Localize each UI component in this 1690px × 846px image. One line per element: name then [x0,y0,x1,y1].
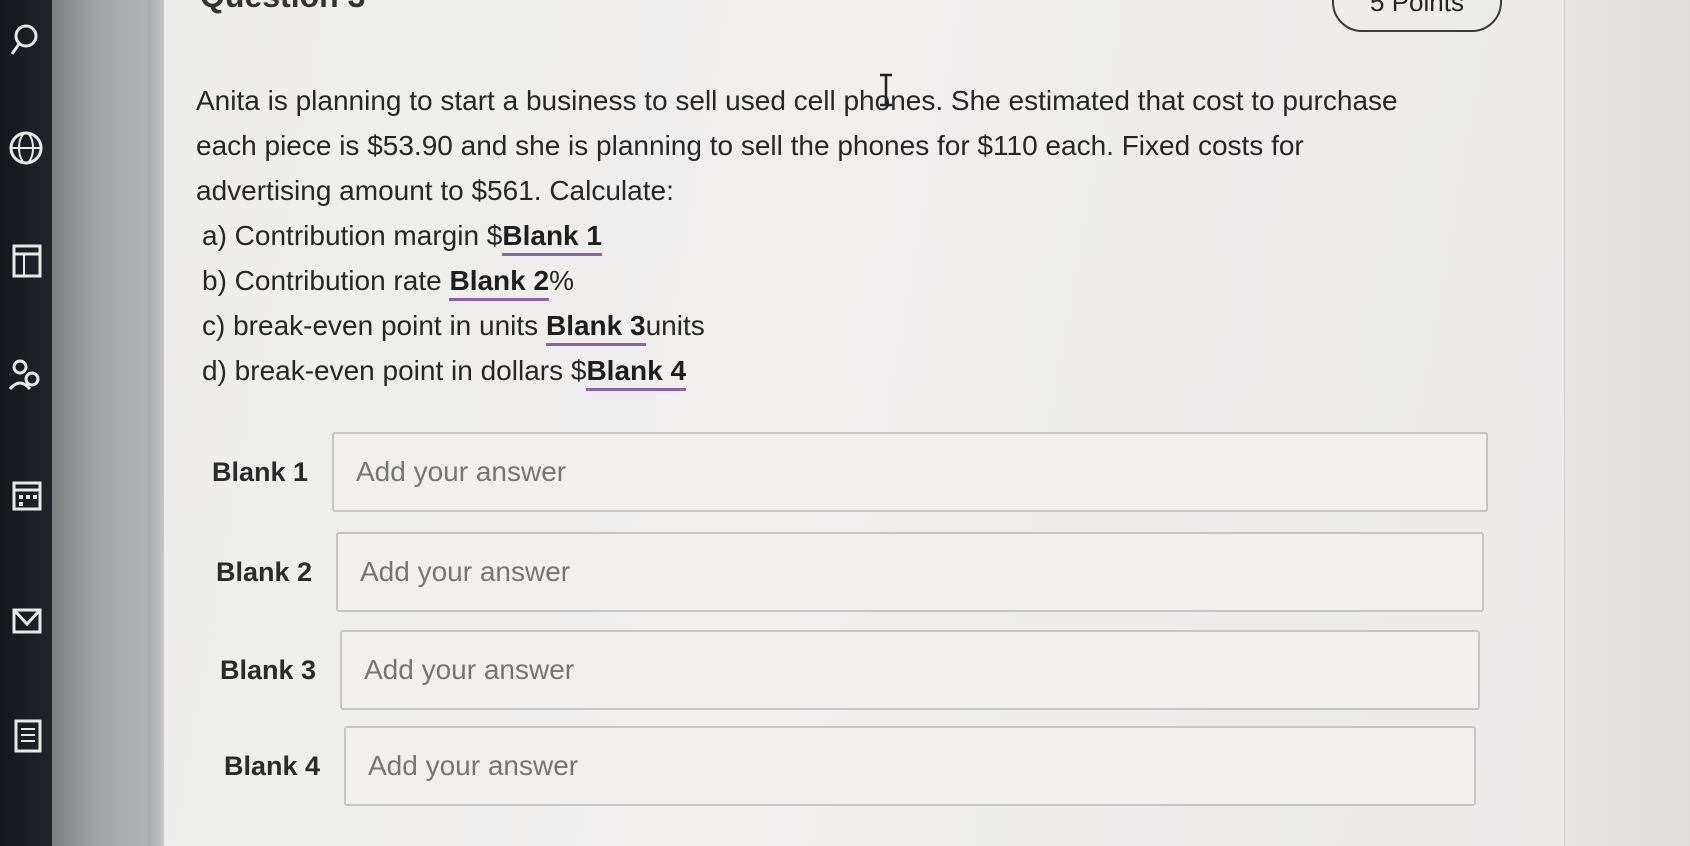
question-body: Anita is planning to start a business to… [196,78,1496,393]
answer-label: Blank 3 [220,654,317,685]
answer-input-4[interactable] [344,726,1476,806]
points-label: 5 Points [1370,0,1464,17]
answer-row-1: Blank 1 [212,432,1488,512]
question-line: each piece is $53.90 and she is planning… [196,130,1304,161]
answer-label: Blank 2 [216,556,313,587]
points-badge: 5 Points [1332,0,1502,32]
mail-icon[interactable] [6,600,46,640]
answer-row-2: Blank 2 [216,532,1484,612]
answer-input-3[interactable] [340,630,1480,710]
people-icon[interactable] [6,355,46,395]
subquestion-c: c) break-even point in units Blank 3unit… [196,303,1496,348]
question-line: advertising amount to $561. Calculate: [196,175,674,206]
question-line: Anita is planning to start a business to… [196,85,1398,116]
subquestion-d: d) break-even point in dollars $Blank 4 [196,348,1496,393]
calendar-icon[interactable] [6,475,46,515]
subquestion-b: b) Contribution rate Blank 2% [196,258,1496,303]
answer-row-3: Blank 3 [220,630,1480,710]
globe-icon[interactable] [6,128,46,168]
answer-input-1[interactable] [332,432,1488,512]
right-margin [1564,0,1690,846]
answer-row-4: Blank 4 [224,726,1476,806]
blank-reference: Blank 4 [586,355,687,391]
answer-label: Blank 1 [212,456,309,487]
app-rail [0,0,52,846]
document-icon[interactable] [6,715,46,755]
panel-divider [148,0,164,846]
blank-reference: Blank 1 [502,220,602,256]
subquestion-a: a) Contribution margin $Blank 1 [196,213,1496,258]
answer-label: Blank 4 [224,750,321,781]
answer-input-2[interactable] [336,532,1484,612]
question-title: Question 3 [200,0,365,15]
blank-reference: Blank 2 [449,265,550,301]
board-icon[interactable] [6,240,46,280]
blank-reference: Blank 3 [545,310,646,346]
search-icon[interactable] [6,20,46,60]
